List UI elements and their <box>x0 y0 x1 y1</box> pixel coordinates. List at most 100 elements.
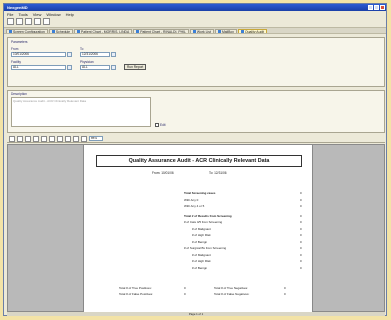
report-viewer: Quality Assurance Audit - ACR Clinically… <box>7 144 385 312</box>
tab-screen-configuration[interactable]: Screen Configuration <box>6 29 48 33</box>
report-row: With Any 0 0 <box>184 197 302 202</box>
to-label: To <box>80 47 84 51</box>
description-text[interactable]: Quality Assurance Audit - ACR Clinically… <box>11 97 151 127</box>
report-row-label: # of Malignant <box>192 252 211 257</box>
tab-icon <box>217 30 221 33</box>
report-row-label: With Any 0 <box>184 197 199 202</box>
print-icon[interactable] <box>9 135 15 142</box>
report-row-label: Total # of Results from Screening <box>184 213 232 218</box>
tab-icon <box>192 30 196 33</box>
run-report-button[interactable]: Run Report <box>124 64 147 70</box>
total-label: Total # of False Positives: <box>119 292 154 296</box>
zoom-in-icon[interactable] <box>73 135 79 142</box>
physician-select[interactable]: ALL <box>80 65 110 70</box>
two-page-icon[interactable] <box>65 135 71 142</box>
zoom-select[interactable]: 85% <box>89 136 103 141</box>
chevron-down-icon[interactable] <box>67 65 72 70</box>
previous-page-icon[interactable] <box>33 135 39 142</box>
report-row: # of Malignant 0 <box>192 226 302 231</box>
report-row-value: 0 <box>300 191 302 195</box>
first-page-icon[interactable] <box>25 135 31 142</box>
report-row: # of Malignant 0 <box>192 252 302 257</box>
one-page-icon[interactable] <box>57 135 63 142</box>
tab-icon <box>9 30 12 33</box>
edit-checkbox[interactable] <box>155 123 159 127</box>
report-row-label: # of Malignant <box>192 226 211 231</box>
facility-select[interactable]: ALL <box>11 65 66 70</box>
report-row-label: # of High Risk <box>192 259 211 263</box>
menu-help[interactable]: Help <box>66 12 74 17</box>
report-row-label: # of Cats 4/5 from Screening <box>184 220 223 224</box>
report-row-value: 0 <box>300 252 302 257</box>
tab-icon <box>241 30 244 33</box>
report-row-label: With Any 4 or 5 <box>184 204 205 208</box>
calendar-icon[interactable] <box>34 18 41 25</box>
report-page: Quality Assurance Audit - ACR Clinically… <box>83 145 313 312</box>
tab-mailbox[interactable]: MailBox <box>214 29 237 33</box>
report-row-value: 0 <box>300 213 302 218</box>
report-row-value: 0 <box>300 239 302 244</box>
page-status: Page 1 of 1 <box>7 312 385 316</box>
report-row: # of High Risk 0 <box>192 233 302 237</box>
report-row: # of Cats 4/5 from Screening 0 <box>184 220 302 224</box>
last-page-icon[interactable] <box>49 135 55 142</box>
report-row: Total # of Results from Screening 0 <box>184 213 302 218</box>
from-date-field[interactable]: 10/01/2006 <box>11 52 66 57</box>
description-heading: Description <box>11 92 27 96</box>
app-window: NexgenMD File Tools View Window Help Scr… <box>3 3 387 316</box>
report-title: Quality Assurance Audit - ACR Clinically… <box>96 155 302 167</box>
minimize-button[interactable] <box>368 5 373 10</box>
report-row: # of Surgical Bx from Screening 0 <box>184 246 302 250</box>
maximize-button[interactable] <box>374 5 379 10</box>
edit-checkbox-label: Edit <box>160 123 166 127</box>
document-icon[interactable] <box>25 18 32 25</box>
menu-window[interactable]: Window <box>46 12 60 17</box>
total-label: Total # of False Negatives: <box>214 292 250 296</box>
report-to: To: 12/31/06 <box>209 171 227 175</box>
parameters-panel: Parameters From 10/01/2006 To 12/31/2006… <box>7 37 385 87</box>
toolbar <box>4 17 386 26</box>
tab-icon <box>136 30 140 33</box>
export-icon[interactable] <box>17 135 23 142</box>
from-label: From <box>11 47 19 51</box>
menu-file[interactable]: File <box>7 12 13 17</box>
report-row: # of Benign 0 <box>192 240 302 244</box>
tab-icon <box>77 30 80 33</box>
tab-bar: Screen Configuration Schedule Patient Ch… <box>4 27 386 34</box>
report-row-label: # of Surgical Bx from Screening <box>184 246 227 250</box>
mail-icon[interactable] <box>43 18 50 25</box>
report-row-value: 0 <box>300 197 302 202</box>
menu-view[interactable]: View <box>33 12 42 17</box>
chevron-down-icon[interactable] <box>111 65 116 70</box>
report-row-value: 0 <box>300 220 302 224</box>
report-row-value: 0 <box>300 226 302 231</box>
report-row-value: 0 <box>300 233 302 237</box>
tab-patient-chart-1[interactable]: Patient Chart - MORRIS, LINDA <box>74 29 133 33</box>
print-icon[interactable] <box>16 18 23 25</box>
zoom-out-icon[interactable] <box>81 135 87 142</box>
tab-schedule[interactable]: Schedule <box>48 29 73 33</box>
report-row: With Any 4 or 5 0 <box>184 204 302 208</box>
description-panel: Description Quality Assurance Audit - AC… <box>7 90 385 133</box>
to-date-field[interactable]: 12/31/2006 <box>80 52 110 57</box>
menu-tools[interactable]: Tools <box>18 12 27 17</box>
report-row-label: Total Screening cases <box>184 191 216 195</box>
tab-patient-chart-2[interactable]: Patient Chart - RINALDI, PHIL <box>133 29 189 33</box>
tab-icon <box>51 30 55 33</box>
report-from: From: 10/01/06 <box>152 171 174 175</box>
tab-quality-audit[interactable]: Quality Audit <box>238 29 268 33</box>
report-row: # of High Risk 0 <box>192 259 302 263</box>
report-row-value: 0 <box>300 265 302 270</box>
report-row-label: # of Benign <box>192 265 208 270</box>
home-icon[interactable] <box>7 18 14 25</box>
parameters-heading: Parameters <box>11 40 28 44</box>
close-button[interactable] <box>380 5 385 10</box>
calendar-icon[interactable] <box>111 52 116 57</box>
total-value: 0 <box>184 292 186 296</box>
tab-work-list[interactable]: Work List <box>189 29 214 33</box>
facility-label: Facility <box>11 60 21 64</box>
report-row-value: 0 <box>300 204 302 208</box>
title-bar: NexgenMD <box>4 4 386 11</box>
calendar-icon[interactable] <box>67 52 72 57</box>
next-page-icon[interactable] <box>41 135 47 142</box>
